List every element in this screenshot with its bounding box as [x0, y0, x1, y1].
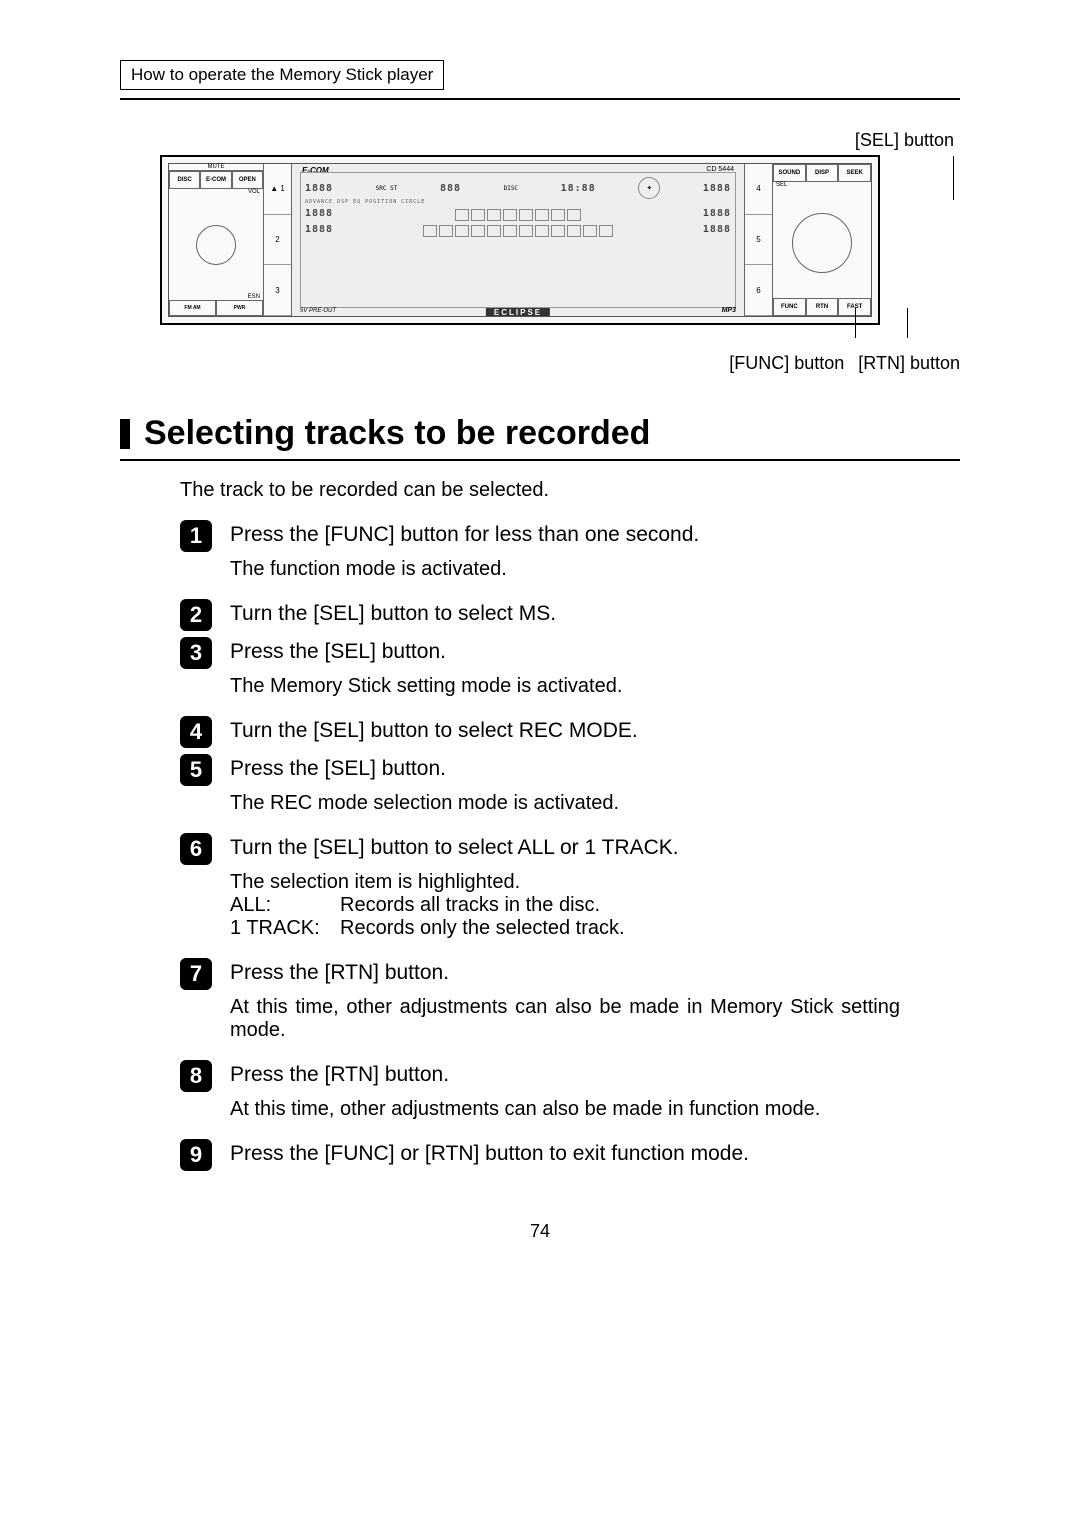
eject-button[interactable]: ▲ 1 [264, 164, 291, 215]
def-label: ALL: [230, 894, 340, 917]
pwr-button[interactable]: PWR [216, 300, 263, 316]
step-number: 7 [180, 958, 212, 990]
def-label: 1 TRACK: [230, 917, 340, 940]
step-body: The REC mode selection mode is activated… [230, 792, 900, 815]
step-title: Turn the [SEL] button to select REC MODE… [230, 719, 638, 743]
step-body: The function mode is activated. [230, 558, 900, 581]
volume-knob[interactable] [196, 225, 236, 265]
sound-button[interactable]: SOUND [773, 164, 806, 182]
step-row: 5 Press the [SEL] button. [180, 754, 960, 786]
fm-am-button[interactable]: FM AM [169, 300, 216, 316]
step-row: 3 Press the [SEL] button. [180, 637, 960, 669]
step-body: The selection item is highlighted. ALL: … [230, 871, 900, 940]
step-title: Press the [SEL] button. [230, 757, 446, 781]
preset-4[interactable]: 4 [745, 164, 772, 215]
header-rule [120, 98, 960, 100]
seg-row3-a: 1888 [305, 224, 333, 235]
seg-side-2: 1888 [703, 208, 731, 219]
step-number: 8 [180, 1060, 212, 1092]
eclipse-logo: ECLIPSE [486, 308, 550, 316]
step-row: 2 Turn the [SEL] button to select MS. [180, 599, 960, 631]
step-title: Press the [RTN] button. [230, 1063, 449, 1087]
step-title: Press the [FUNC] or [RTN] button to exit… [230, 1142, 749, 1166]
preset-3[interactable]: 3 [264, 265, 291, 316]
intro-text: The track to be recorded can be selected… [180, 479, 960, 502]
lcd-screen: E-COM CD 5444 1888 SRC ST 888 DISC 18:88… [292, 164, 745, 316]
seg-display-1: 1888 [305, 183, 333, 194]
rtn-button[interactable]: RTN [806, 298, 839, 316]
sel-button-callout: [SEL] button [160, 130, 954, 151]
faceplate-left-controls: MUTE DISC E-COM OPEN VOL ESN FM AM PWR [169, 164, 264, 316]
callout-line [953, 156, 954, 200]
right-preset-numbers: 4 5 6 [745, 164, 773, 316]
spectrum-bars [455, 209, 581, 221]
seg-time: 18:88 [561, 183, 596, 194]
preout-label: 5V PRE-OUT [300, 308, 336, 314]
step-number: 6 [180, 833, 212, 865]
car-stereo-faceplate: MUTE DISC E-COM OPEN VOL ESN FM AM PWR ▲… [160, 155, 880, 325]
seg-side-3: 1888 [703, 224, 731, 235]
step-body: At this time, other adjustments can also… [230, 1098, 900, 1121]
step-number: 9 [180, 1139, 212, 1171]
preset-6[interactable]: 6 [745, 265, 772, 316]
disc-button[interactable]: DISC [169, 171, 200, 189]
mute-button[interactable]: MUTE [169, 164, 263, 171]
definition-row: 1 TRACK: Records only the selected track… [230, 917, 900, 940]
mp3-label: MP3 [722, 307, 736, 314]
step-row: 1 Press the [FUNC] button for less than … [180, 520, 960, 552]
step-number: 1 [180, 520, 212, 552]
func-button-callout: [FUNC] button [729, 353, 844, 374]
step-body: The Memory Stick setting mode is activat… [230, 675, 900, 698]
step-number: 3 [180, 637, 212, 669]
header-tab: How to operate the Memory Stick player [120, 60, 444, 90]
func-button[interactable]: FUNC [773, 298, 806, 316]
left-preset-numbers: ▲ 1 2 3 [264, 164, 292, 316]
preset-5[interactable]: 5 [745, 215, 772, 266]
seek-button[interactable]: SEEK [838, 164, 871, 182]
section-title: Selecting tracks to be recorded [144, 414, 650, 453]
step-number: 5 [180, 754, 212, 786]
callout-line [907, 308, 908, 338]
step6-intro: The selection item is highlighted. [230, 871, 900, 894]
step-row: 6 Turn the [SEL] button to select ALL or… [180, 833, 960, 865]
section-title-row: Selecting tracks to be recorded [120, 414, 960, 453]
seg-row2-a: 1888 [305, 208, 333, 219]
step-number: 2 [180, 599, 212, 631]
step-title: Turn the [SEL] button to select MS. [230, 602, 556, 626]
step-row: 4 Turn the [SEL] button to select REC MO… [180, 716, 960, 748]
rtn-button-callout: [RTN] button [858, 353, 960, 374]
step-title: Press the [SEL] button. [230, 640, 446, 664]
faceplate-right-controls: SOUND DISP SEEK SEL FUNC RTN FAST [773, 164, 871, 316]
disp-button[interactable]: DISP [806, 164, 839, 182]
step-row: 8 Press the [RTN] button. [180, 1060, 960, 1092]
step-title: Turn the [SEL] button to select ALL or 1… [230, 836, 679, 860]
def-text: Records only the selected track. [340, 917, 625, 940]
step-row: 9 Press the [FUNC] or [RTN] button to ex… [180, 1139, 960, 1171]
open-button[interactable]: OPEN [232, 171, 263, 189]
seg-display-2: 888 [440, 183, 461, 194]
text-matrix [423, 225, 613, 237]
def-text: Records all tracks in the disc. [340, 894, 600, 917]
definition-row: ALL: Records all tracks in the disc. [230, 894, 900, 917]
page-number: 74 [120, 1221, 960, 1242]
step-row: 7 Press the [RTN] button. [180, 958, 960, 990]
section-rule [120, 459, 960, 461]
step-body: At this time, other adjustments can also… [230, 996, 900, 1042]
device-diagram: [SEL] button MUTE DISC E-COM OPEN VOL ES… [160, 130, 960, 374]
sel-knob[interactable] [792, 213, 852, 273]
ecom-button[interactable]: E-COM [200, 171, 231, 189]
preset-2[interactable]: 2 [264, 215, 291, 266]
title-accent-bar [120, 419, 130, 449]
step-title: Press the [FUNC] button for less than on… [230, 523, 699, 547]
callout-line [855, 308, 856, 338]
step-title: Press the [RTN] button. [230, 961, 449, 985]
step-number: 4 [180, 716, 212, 748]
seg-side-1: 1888 [703, 183, 731, 194]
compass-icon: ✦ [638, 177, 660, 199]
